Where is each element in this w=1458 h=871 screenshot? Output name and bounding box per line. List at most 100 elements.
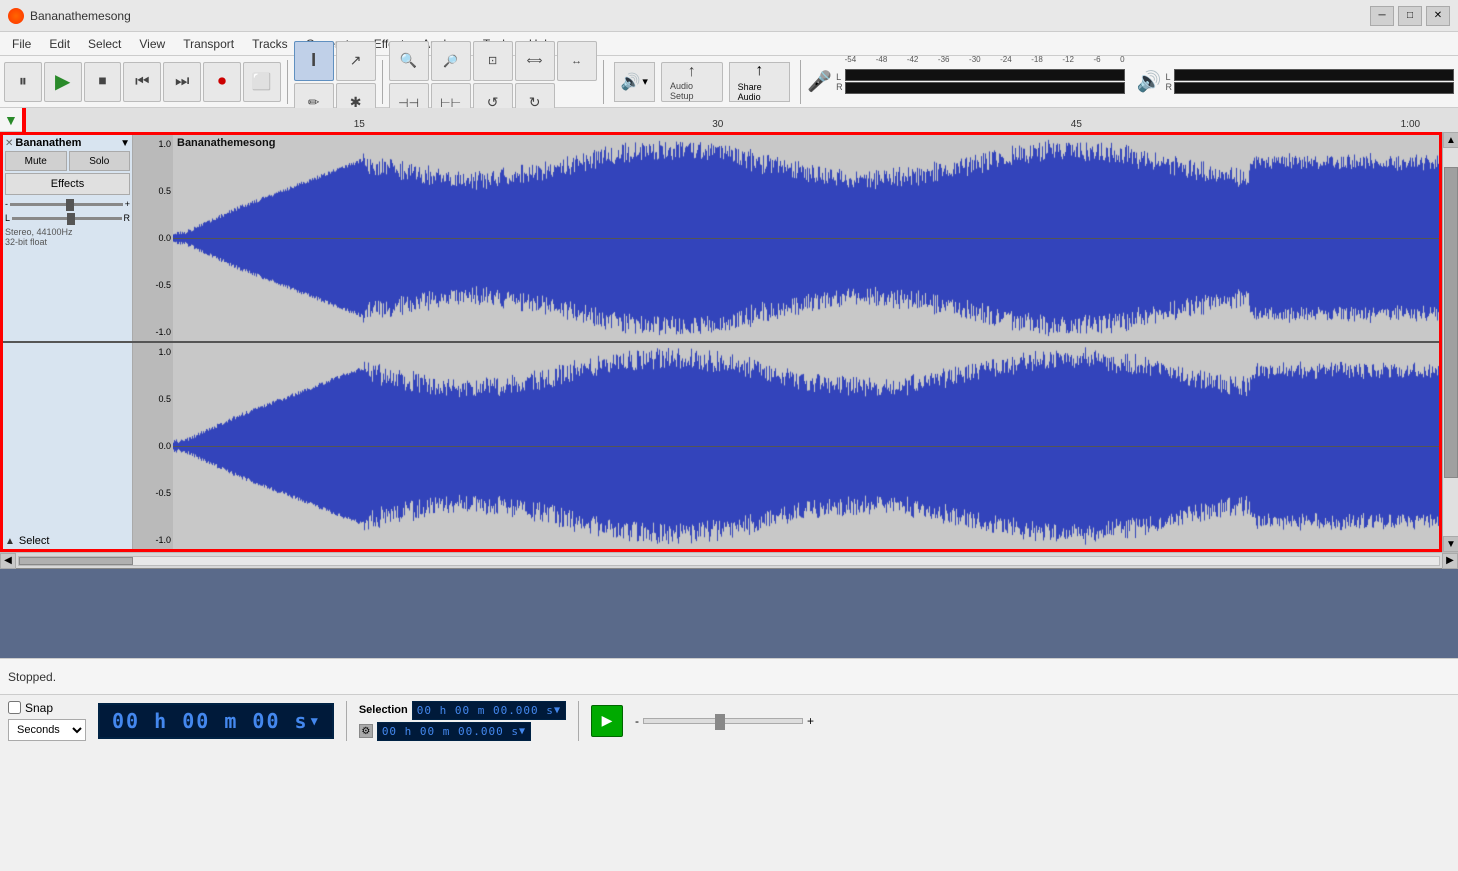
- snap-checkbox[interactable]: Snap: [8, 701, 86, 715]
- ruler-marks: 15 30 45 1:00: [24, 108, 1458, 132]
- pan-slider[interactable]: [12, 217, 121, 220]
- pan-thumb[interactable]: [67, 213, 75, 225]
- play-at-speed-button[interactable]: ▶: [591, 705, 623, 737]
- menu-tracks[interactable]: Tracks: [244, 35, 296, 53]
- bottom-area: [0, 568, 1458, 658]
- selection-time-1: 00 h 00 m 00.000 s ▼: [412, 701, 566, 720]
- window-title: Bananathemesong: [30, 9, 131, 23]
- seconds-select[interactable]: Seconds hh:mm:ss Samples Beats: [8, 719, 86, 741]
- menu-select[interactable]: Select: [80, 35, 129, 53]
- speed-thumb[interactable]: [715, 714, 725, 730]
- gear-icon[interactable]: ⚙: [359, 724, 373, 738]
- zoom-fit-button[interactable]: ⟺: [515, 41, 555, 81]
- zoom-sel-button[interactable]: ⊡: [473, 41, 513, 81]
- time1-dropdown[interactable]: ▼: [554, 705, 561, 716]
- time-value: 00 h 00 m 00 s: [112, 709, 309, 733]
- scroll-thumb-h[interactable]: [19, 557, 133, 565]
- separator-3: [603, 60, 604, 104]
- mute-button[interactable]: Mute: [5, 151, 67, 171]
- y-label-0: 0.0: [135, 233, 171, 243]
- speed-control: - +: [635, 714, 814, 728]
- y-label-05: 0.5: [135, 186, 171, 196]
- speaker-out-icon: 🔊: [1137, 69, 1162, 94]
- waveform-top[interactable]: Bananathemesong 1.0 0.5 0.0 -0.5 -1.0: [133, 135, 1439, 341]
- scroll-track-h[interactable]: [18, 556, 1440, 566]
- track-collapse-icon[interactable]: ▼: [120, 138, 130, 149]
- stop-button[interactable]: ⏹: [84, 62, 122, 102]
- zoom-in-button[interactable]: 🔍: [389, 41, 429, 81]
- input-meter-section: 🎤 LR -54 -48 -42 -36 -30 -24 -18 -12: [807, 69, 1454, 94]
- close-button[interactable]: ✕: [1426, 6, 1450, 26]
- ruler-mark-15: 15: [354, 119, 365, 130]
- loop-button[interactable]: ⬜: [243, 62, 281, 102]
- separator-footer: [346, 701, 347, 741]
- separator-2: [382, 60, 383, 104]
- menu-view[interactable]: View: [131, 35, 173, 53]
- gain-slider[interactable]: [10, 203, 123, 206]
- y2-label-1: 1.0: [135, 347, 171, 357]
- title-bar: Bananathemesong ─ □ ✕: [0, 0, 1458, 32]
- track-name-label: Bananathem: [15, 137, 118, 149]
- select-button[interactable]: ▲ Select: [5, 535, 130, 547]
- snap-section: Snap Seconds hh:mm:ss Samples Beats: [8, 701, 86, 741]
- audio-setup-button[interactable]: ↑ Audio Setup: [661, 62, 723, 102]
- pan-left-label: L: [5, 213, 10, 223]
- selection-time-2: 00 h 00 m 00.000 s ▼: [377, 722, 531, 741]
- solo-button[interactable]: Solo: [69, 151, 131, 171]
- select-tool[interactable]: I: [294, 41, 334, 81]
- y2-label-n05: -0.5: [135, 488, 171, 498]
- zoom-out-button[interactable]: 🔎: [431, 41, 471, 81]
- scroll-thumb-v[interactable]: [1444, 167, 1458, 477]
- track-close-button[interactable]: ✕: [5, 138, 13, 149]
- effects-button[interactable]: Effects: [5, 173, 130, 195]
- play-button[interactable]: ▶: [44, 62, 82, 102]
- y2-label-0: 0.0: [135, 441, 171, 451]
- gain-thumb[interactable]: [66, 199, 74, 211]
- scroll-down-arrow[interactable]: ▼: [1443, 536, 1458, 552]
- toolbar: ⏸ ▶ ⏹ ⏮ ⏭ ⏺ ⬜ I ↗ ✏ ✱ 🔍 🔎 ⊡ ⟺ ↔ ⊣⊣ ⊢⊢ ↺ …: [0, 56, 1458, 108]
- menu-transport[interactable]: Transport: [175, 35, 242, 53]
- minimize-button[interactable]: ─: [1370, 6, 1394, 26]
- meter-label-54: -54: [845, 55, 857, 64]
- share-audio-button[interactable]: ↑ Share Audio: [729, 62, 791, 102]
- speed-slider[interactable]: [643, 718, 803, 724]
- timeline-ruler[interactable]: 15 30 45 1:00: [22, 108, 1458, 132]
- share-icon: ↑: [755, 62, 763, 80]
- menu-bar: File Edit Select View Transport Tracks G…: [0, 32, 1458, 56]
- record-button[interactable]: ⏺: [203, 62, 241, 102]
- scroll-left-arrow[interactable]: ◀: [0, 553, 16, 569]
- timeline-arrow[interactable]: ▼: [0, 112, 22, 128]
- track-info: Stereo, 44100Hz 32-bit float: [5, 227, 130, 247]
- center-line-bottom: [173, 446, 1439, 447]
- maximize-button[interactable]: □: [1398, 6, 1422, 26]
- y-label-n05: -0.5: [135, 280, 171, 290]
- y-axis-bottom: 1.0 0.5 0.0 -0.5 -1.0: [133, 343, 173, 549]
- track-header-1: ✕ Bananathem ▼ Mute Solo Effects - +: [3, 135, 133, 341]
- vertical-scrollbar: ▲ ▼: [1442, 132, 1458, 552]
- scroll-up-arrow[interactable]: ▲: [1443, 132, 1458, 148]
- pause-button[interactable]: ⏸: [4, 62, 42, 102]
- envelope-tool[interactable]: ↗: [336, 41, 376, 81]
- menu-file[interactable]: File: [4, 35, 39, 53]
- separator-4: [800, 60, 801, 104]
- zoom-back-button[interactable]: ↔: [557, 41, 597, 81]
- gain-minus-label: -: [5, 199, 8, 209]
- time-dropdown-icon[interactable]: ▼: [311, 714, 320, 728]
- scroll-track-v[interactable]: [1443, 148, 1458, 536]
- y-label-n1: -1.0: [135, 327, 171, 337]
- meter-label-42: -42: [907, 55, 919, 64]
- horizontal-scrollbar: ◀ ▶: [0, 552, 1458, 568]
- snap-input[interactable]: [8, 701, 21, 714]
- volume-button[interactable]: 🔊 ▾: [614, 62, 655, 102]
- pan-control: L R: [5, 213, 130, 223]
- scroll-right-arrow[interactable]: ▶: [1442, 553, 1458, 569]
- time2-dropdown[interactable]: ▼: [519, 726, 526, 737]
- menu-edit[interactable]: Edit: [41, 35, 78, 53]
- waveform-bottom[interactable]: 1.0 0.5 0.0 -0.5 -1.0: [133, 343, 1439, 549]
- timeline: ▼ 15 30 45 1:00: [0, 108, 1458, 132]
- track-2: ▲ Select 1.0 0.5 0.0 -0.5 -1.0: [3, 343, 1439, 549]
- skip-start-button[interactable]: ⏮: [123, 62, 161, 102]
- waveform-title: Bananathemesong: [177, 137, 275, 149]
- skip-end-button[interactable]: ⏭: [163, 62, 201, 102]
- audio-setup-label: Audio Setup: [670, 81, 714, 101]
